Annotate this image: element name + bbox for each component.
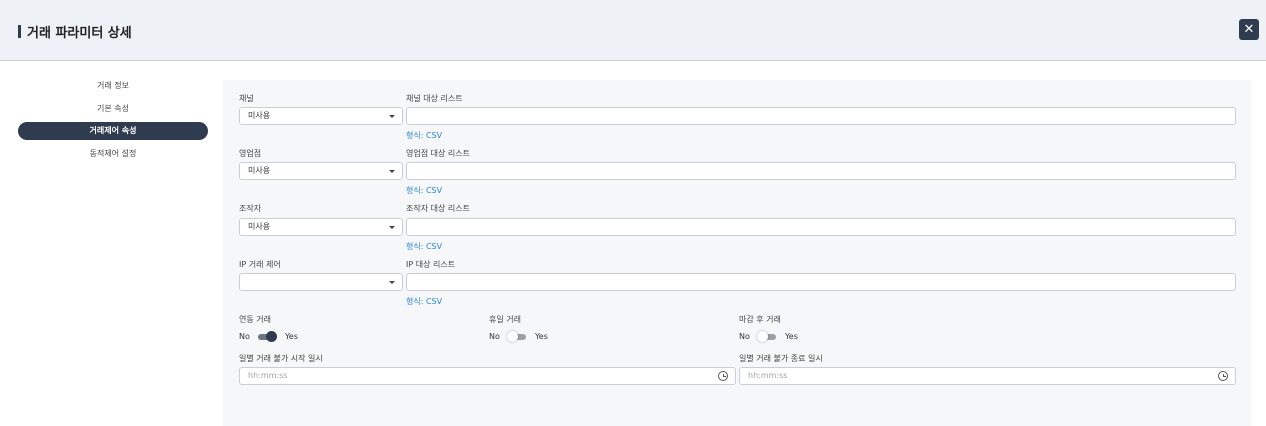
ip-control-select[interactable]	[239, 273, 403, 291]
ip-list-hint: 형식: CSV	[406, 297, 443, 306]
channel-select-value: 미사용	[248, 111, 271, 120]
title-accent-bar	[18, 25, 21, 38]
chevron-down-icon	[389, 170, 395, 173]
linked-transaction-label: 연동 거래	[239, 315, 271, 324]
ip-control-label: IP 거래 제어	[239, 260, 281, 269]
daily-block-start-input[interactable]: hh:mm:ss	[239, 367, 736, 385]
daily-block-end-placeholder: hh:mm:ss	[748, 371, 788, 380]
clock-icon[interactable]	[718, 371, 728, 381]
operator-list-input[interactable]	[406, 218, 1236, 236]
channel-select[interactable]: 미사용	[239, 107, 403, 125]
toggle-knob	[507, 331, 519, 342]
daily-block-end-label: 일별 거래 불가 종료 일시	[739, 354, 823, 363]
branch-list-input[interactable]	[406, 162, 1236, 180]
daily-block-start-placeholder: hh:mm:ss	[248, 371, 288, 380]
close-button[interactable]: ✕	[1239, 19, 1259, 40]
sidebar-item-transaction-info[interactable]: 거래 정보	[18, 77, 208, 95]
operator-select[interactable]: 미사용	[239, 218, 403, 236]
branch-list-label: 영업점 대상 리스트	[406, 149, 470, 158]
after-close-transaction-toggle-row: No Yes	[739, 330, 798, 344]
ip-list-input[interactable]	[406, 273, 1236, 291]
linked-transaction-toggle-row: No Yes	[239, 330, 298, 344]
ip-list-label: IP 대상 리스트	[406, 260, 456, 269]
chevron-down-icon	[389, 281, 395, 284]
holiday-transaction-toggle-row: No Yes	[489, 330, 548, 344]
channel-list-label: 채널 대상 리스트	[406, 94, 463, 103]
daily-block-start-label: 일별 거래 불가 시작 일시	[239, 354, 323, 363]
sidebar-item-transaction-control[interactable]: 거래제어 속성	[18, 122, 208, 140]
form-panel: 채널 미사용 채널 대상 리스트 형식: CSV 영업점 미사용 영업점 대상 …	[223, 80, 1251, 426]
branch-select-value: 미사용	[248, 166, 271, 175]
chevron-down-icon	[389, 115, 395, 118]
holiday-transaction-label: 휴일 거래	[489, 315, 521, 324]
after-close-transaction-toggle[interactable]	[757, 331, 777, 342]
after-close-transaction-label: 마감 후 거래	[739, 315, 781, 324]
toggle-knob	[266, 331, 278, 342]
branch-list-hint: 형식: CSV	[406, 186, 443, 195]
toggle-no-label: No	[739, 332, 750, 341]
modal-title: 거래 파라미터 상세	[27, 26, 132, 41]
sidebar-nav: 거래 정보 기본 속성 거래제어 속성 동적제어 설정	[18, 77, 208, 167]
modal-header: 거래 파라미터 상세 ✕	[0, 0, 1266, 61]
operator-label: 조작자	[239, 204, 262, 213]
toggle-knob	[757, 331, 769, 342]
toggle-yes-label: Yes	[534, 332, 548, 341]
toggle-yes-label: Yes	[784, 332, 798, 341]
toggle-yes-label: Yes	[284, 332, 298, 341]
chevron-down-icon	[389, 226, 395, 229]
channel-list-hint: 형식: CSV	[406, 131, 443, 140]
operator-select-value: 미사용	[248, 222, 271, 231]
close-icon: ✕	[1243, 22, 1255, 37]
toggle-no-label: No	[489, 332, 500, 341]
sidebar-item-basic-properties[interactable]: 기본 속성	[18, 100, 208, 118]
channel-label: 채널	[239, 94, 254, 103]
operator-list-label: 조작자 대상 리스트	[406, 204, 470, 213]
sidebar-item-dynamic-control[interactable]: 동적제어 설정	[18, 145, 208, 163]
toggle-no-label: No	[239, 332, 250, 341]
branch-label: 영업점	[239, 149, 262, 158]
channel-list-input[interactable]	[406, 107, 1236, 125]
operator-list-hint: 형식: CSV	[406, 242, 443, 251]
branch-select[interactable]: 미사용	[239, 162, 403, 180]
linked-transaction-toggle[interactable]	[258, 331, 278, 342]
holiday-transaction-toggle[interactable]	[507, 331, 527, 342]
daily-block-end-input[interactable]: hh:mm:ss	[739, 367, 1236, 385]
clock-icon[interactable]	[1218, 371, 1228, 381]
